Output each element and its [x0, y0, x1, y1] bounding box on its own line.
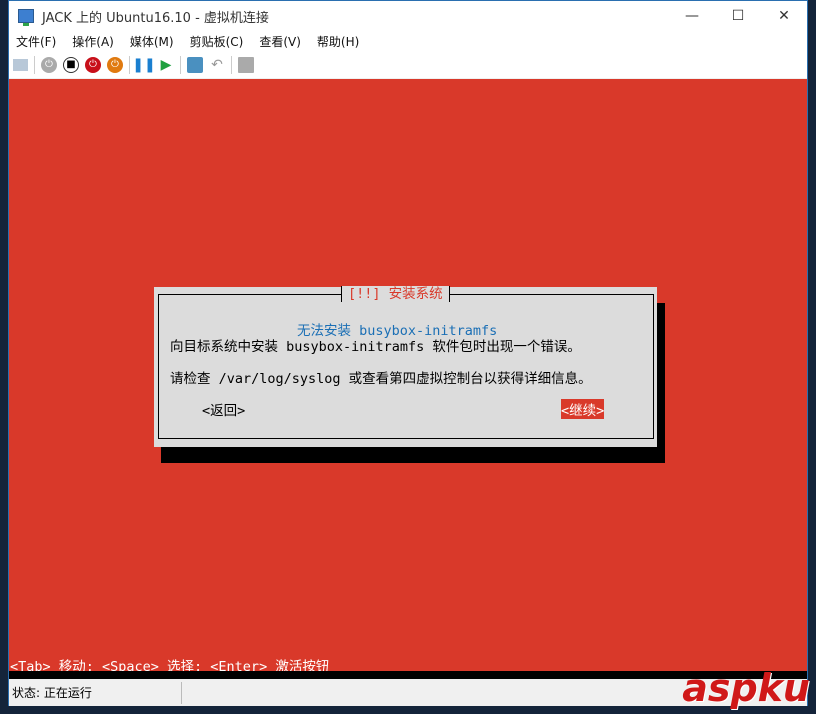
pause-icon[interactable]: ❚❚ [132, 57, 155, 73]
dialog-title: [!!] 安装系统 [341, 286, 450, 302]
window-title: JACK 上的 Ubuntu16.10 - 虚拟机连接 [42, 10, 269, 26]
title-bar: JACK 上的 Ubuntu16.10 - 虚拟机连接 — ☐ ✕ [9, 1, 807, 31]
vm-monitor-icon [18, 9, 34, 26]
menu-media[interactable]: 媒体(M) [130, 33, 174, 50]
toolbar-separator [180, 55, 181, 74]
menu-file[interactable]: 文件(F) [16, 33, 56, 50]
checkpoint-icon[interactable] [187, 56, 203, 73]
menu-action[interactable]: 操作(A) [72, 33, 114, 50]
minimize-button[interactable]: — [669, 1, 715, 31]
toolbar-separator [231, 55, 232, 74]
save-icon[interactable]: ⏻ [107, 56, 123, 73]
continue-button[interactable]: <继续> [561, 399, 605, 419]
vm-connection-window: JACK 上的 Ubuntu16.10 - 虚拟机连接 — ☐ ✕ 文件(F) … [8, 0, 808, 706]
toolbar-separator [129, 55, 130, 74]
start-icon[interactable]: ⏻ [41, 56, 57, 73]
toolbar: ⏻ ■ ⏻ ⏻ ❚❚ ▶ ↶ [9, 51, 807, 78]
menu-help[interactable]: 帮助(H) [317, 33, 359, 50]
turn-off-icon[interactable]: ■ [63, 56, 79, 73]
enhanced-session-icon[interactable] [238, 56, 254, 73]
ctrl-alt-del-icon[interactable] [13, 58, 28, 71]
shutdown-icon[interactable]: ⏻ [85, 56, 101, 73]
menu-bar: 文件(F) 操作(A) 媒体(M) 剪贴板(C) 查看(V) 帮助(H) [9, 31, 807, 51]
close-button[interactable]: ✕ [761, 1, 807, 31]
dialog-message-1: 向目标系统中安装 busybox-initramfs 软件包时出现一个错误。 [170, 339, 581, 355]
status-text: 状态: 正在运行 [12, 681, 182, 704]
maximize-button[interactable]: ☐ [715, 1, 761, 31]
install-error-dialog: [!!] 安装系统 无法安装 busybox-initramfs 向目标系统中安… [154, 286, 657, 447]
vm-screen[interactable]: [!!] 安装系统 无法安装 busybox-initramfs 向目标系统中安… [9, 79, 807, 675]
reset-icon[interactable]: ▶ [158, 57, 174, 73]
revert-icon[interactable]: ↶ [209, 57, 225, 73]
aspku-watermark-logo: aspku [682, 666, 810, 710]
toolbar-separator [34, 55, 35, 74]
menu-view[interactable]: 查看(V) [259, 33, 301, 50]
menu-clipboard[interactable]: 剪贴板(C) [190, 33, 244, 50]
back-button[interactable]: <返回> [202, 399, 245, 419]
dialog-message-2: 请检查 /var/log/syslog 或查看第四虚拟控制台以获得详细信息。 [170, 371, 592, 387]
